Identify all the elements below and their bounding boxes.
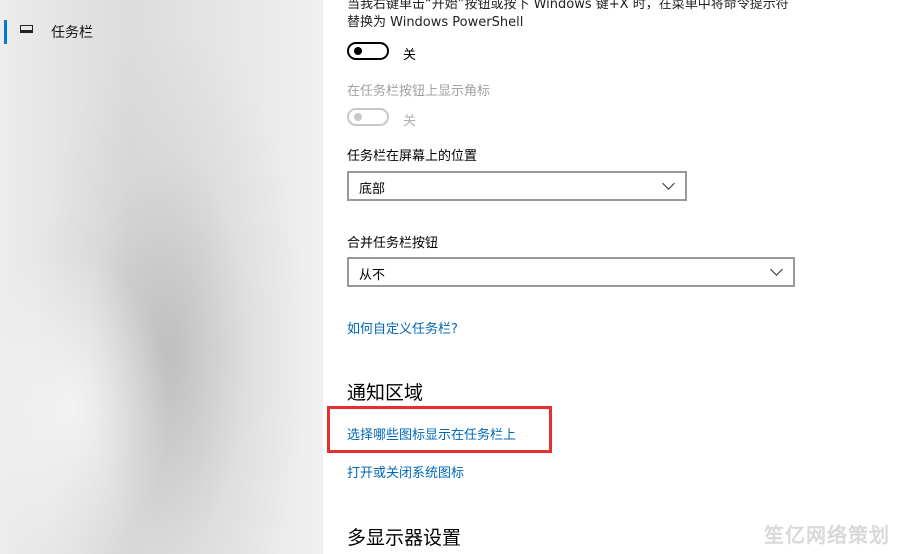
sidebar-item-label: 任务栏: [51, 25, 93, 41]
combine-buttons-label: 合并任务栏按钮: [347, 236, 439, 251]
sidebar: 任务栏: [0, 0, 323, 554]
powershell-toggle-state: 关: [403, 48, 417, 63]
sidebar-background-light: [0, 250, 170, 554]
taskbar-position-dropdown[interactable]: 底部: [347, 171, 687, 201]
taskbar-position-label: 任务栏在屏幕上的位置: [347, 149, 478, 164]
highlight-annotation-box: [327, 406, 552, 453]
combine-buttons-value: 从不: [359, 268, 386, 283]
selection-indicator: [4, 20, 7, 44]
system-icons-link[interactable]: 打开或关闭系统图标: [347, 462, 464, 481]
badges-toggle: [347, 108, 389, 126]
notification-area-title: 通知区域: [347, 382, 424, 404]
combine-buttons-dropdown[interactable]: 从不: [347, 257, 795, 287]
multi-display-title: 多显示器设置: [347, 527, 462, 549]
settings-content: 当我右键单击“开始”按钮或按下 Windows 键+X 时，在菜单中将命令提示符…: [323, 0, 898, 554]
watermark-text: 笙亿网络策划: [764, 523, 890, 547]
chevron-down-icon: [662, 177, 675, 190]
powershell-description: 当我右键单击“开始”按钮或按下 Windows 键+X 时，在菜单中将命令提示符…: [347, 0, 789, 30]
powershell-toggle[interactable]: [347, 42, 389, 60]
sidebar-item-taskbar[interactable]: 任务栏: [0, 16, 323, 44]
customize-taskbar-link[interactable]: 如何自定义任务栏?: [347, 318, 458, 337]
badges-toggle-state: 关: [403, 114, 417, 129]
taskbar-position-value: 底部: [359, 182, 386, 197]
taskbar-icon: [20, 25, 33, 33]
chevron-down-icon: [770, 263, 783, 276]
badges-label: 在任务栏按钮上显示角标: [347, 84, 491, 99]
toggle-knob: [354, 47, 362, 55]
toggle-knob: [354, 113, 362, 121]
